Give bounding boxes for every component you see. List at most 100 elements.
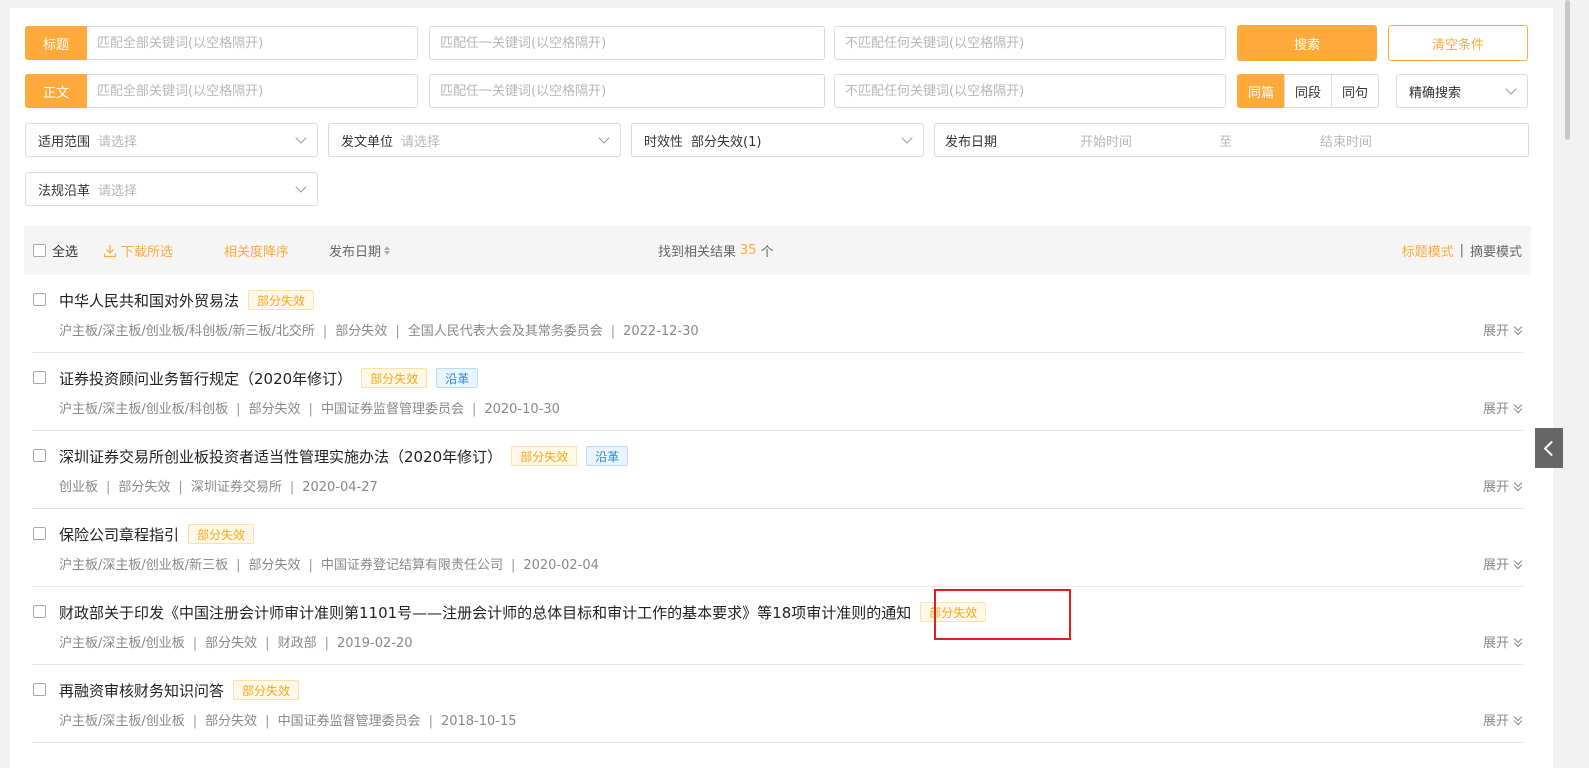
result-title-line: 再融资审核财务知识问答 部分失效 <box>59 678 300 702</box>
history-tag[interactable]: 沿革 <box>586 446 629 466</box>
scope-same-article[interactable]: 同篇 <box>1237 74 1285 108</box>
scrollbar-thumb[interactable] <box>1565 0 1570 140</box>
sort-date-button[interactable]: 发布日期 <box>329 226 391 275</box>
view-mode-switch: 标题模式 | 摘要模式 <box>1402 226 1522 275</box>
sort-relevance-button[interactable]: 相关度降序 <box>224 226 289 275</box>
expand-button[interactable]: 展开 <box>1483 398 1523 417</box>
double-chevron-down-icon <box>1513 556 1523 569</box>
expand-label: 展开 <box>1482 636 1509 651</box>
result-title-link[interactable]: 财政部关于印发《中国注册会计师审计准则第1101号——注册会计师的总体目标和审计… <box>59 602 911 623</box>
meta-separator: | <box>192 714 198 729</box>
expand-button[interactable]: 展开 <box>1483 320 1523 339</box>
result-issuer: 中国证券监督管理委员会 <box>320 402 464 417</box>
issuer-filter-select[interactable]: 发文单位 请选择 <box>328 123 621 157</box>
result-checkbox[interactable] <box>33 683 46 696</box>
result-meta: 沪主板/深主板/创业板 | 部分失效 | 中国证券监督管理委员会 | 2018-10-15 <box>59 710 517 729</box>
meta-separator: | <box>471 402 477 417</box>
meta-separator: | <box>610 324 616 339</box>
scope-same-paragraph[interactable]: 同段 <box>1284 74 1332 108</box>
result-title-link[interactable]: 中华人民共和国对外贸易法 <box>59 290 239 311</box>
history-filter-select[interactable]: 法规沿革 请选择 <box>25 172 318 206</box>
expand-button[interactable]: 展开 <box>1483 710 1523 729</box>
result-issuer: 中国证券监督管理委员会 <box>277 714 421 729</box>
title-match-any-input[interactable] <box>429 26 825 60</box>
search-mode-value: 精确搜索 <box>1409 85 1462 101</box>
expand-label: 展开 <box>1482 402 1509 417</box>
date-range-separator: 至 <box>1219 134 1233 150</box>
result-issuer: 深圳证券交易所 <box>190 480 282 495</box>
result-status: 部分失效 <box>248 558 301 573</box>
title-mode-button[interactable]: 标题模式 <box>1402 241 1454 260</box>
meta-separator: | <box>265 714 270 729</box>
search-button[interactable]: 搜索 <box>1237 25 1377 61</box>
expand-label: 展开 <box>1482 324 1509 339</box>
download-icon <box>103 244 117 257</box>
result-checkbox[interactable] <box>33 371 46 384</box>
meta-separator: | <box>106 480 111 495</box>
chevron-down-icon <box>1505 83 1517 95</box>
result-boards: 创业板 <box>59 480 99 495</box>
chevron-down-icon <box>901 132 913 144</box>
result-title-link[interactable]: 保险公司章程指引 <box>59 524 179 545</box>
main-panel: 标题 搜索 清空条件 正文 同篇 同段 同句 精确搜索 适用范围 请选择 发文单… <box>10 8 1553 768</box>
search-mode-select[interactable]: 精确搜索 <box>1396 74 1528 108</box>
title-field-label[interactable]: 标题 <box>25 26 87 60</box>
result-title-link[interactable]: 再融资审核财务知识问答 <box>59 680 224 701</box>
publish-date-range: 发布日期 开始时间 至 结束时间 <box>934 123 1529 157</box>
body-field-label[interactable]: 正文 <box>25 74 87 108</box>
title-match-all-input[interactable] <box>87 26 418 60</box>
meta-separator: | <box>236 558 241 573</box>
result-title-link[interactable]: 证券投资顾问业务暂行规定（2020年修订） <box>59 368 352 389</box>
result-checkbox[interactable] <box>33 605 46 618</box>
result-title-line: 深圳证券交易所创业板投资者适当性管理实施办法（2020年修订） 部分失效 沿革 <box>59 444 629 468</box>
meta-separator: | <box>289 480 295 495</box>
validity-filter-label: 时效性 <box>644 134 684 150</box>
date-start-input[interactable]: 开始时间 <box>1080 131 1219 150</box>
result-meta: 创业板 | 部分失效 | 深圳证券交易所 | 2020-04-27 <box>59 476 378 495</box>
result-checkbox[interactable] <box>33 293 46 306</box>
scope-filter-select[interactable]: 适用范围 请选择 <box>25 123 318 157</box>
status-tag: 部分失效 <box>511 446 578 466</box>
history-filter-label: 法规沿革 <box>38 183 91 199</box>
result-boards: 沪主板/深主板/创业板 <box>59 714 185 729</box>
select-all-checkbox[interactable] <box>33 244 46 257</box>
result-row: 再融资审核财务知识问答 部分失效 沪主板/深主板/创业板 | 部分失效 | 中国证券监督… <box>32 665 1523 743</box>
result-checkbox[interactable] <box>33 449 46 462</box>
double-chevron-down-icon <box>1513 322 1523 335</box>
side-collapse-tab[interactable] <box>1535 428 1563 468</box>
body-match-all-input[interactable] <box>87 74 418 108</box>
status-tag: 部分失效 <box>920 602 987 622</box>
result-title-link[interactable]: 深圳证券交易所创业板投资者适当性管理实施办法（2020年修订） <box>59 446 502 467</box>
expand-button[interactable]: 展开 <box>1483 476 1523 495</box>
validity-filter-value: 部分失效(1) <box>691 134 762 150</box>
date-end-input[interactable]: 结束时间 <box>1320 131 1372 150</box>
chevron-down-icon <box>598 132 610 144</box>
download-selected-button[interactable]: 下载所选 <box>103 226 173 275</box>
history-filter-placeholder: 请选择 <box>98 183 138 199</box>
summary-mode-button[interactable]: 摘要模式 <box>1470 241 1522 260</box>
result-date: 2022-12-30 <box>623 324 699 339</box>
result-suffix: 个 <box>760 245 774 260</box>
chevron-down-icon <box>295 181 307 193</box>
mode-divider: | <box>1459 243 1464 258</box>
publish-date-label: 发布日期 <box>945 134 998 150</box>
meta-separator: | <box>322 324 328 339</box>
title-match-none-input[interactable] <box>834 26 1226 60</box>
expand-button[interactable]: 展开 <box>1483 554 1523 573</box>
scope-same-sentence[interactable]: 同句 <box>1331 74 1379 108</box>
select-all-label: 全选 <box>52 245 79 260</box>
result-checkbox[interactable] <box>33 527 46 540</box>
history-tag[interactable]: 沿革 <box>436 368 479 388</box>
clear-conditions-button[interactable]: 清空条件 <box>1388 25 1528 61</box>
page-scrollbar[interactable] <box>1563 0 1589 756</box>
select-all-control[interactable]: 全选 <box>33 226 78 275</box>
body-match-any-input[interactable] <box>429 74 825 108</box>
meta-separator: | <box>265 636 270 651</box>
validity-filter-select[interactable]: 时效性 部分失效(1) <box>631 123 924 157</box>
expand-button[interactable]: 展开 <box>1483 632 1523 651</box>
meta-separator: | <box>236 402 241 417</box>
body-match-none-input[interactable] <box>834 74 1226 108</box>
result-count-text: 找到相关结果 35 个 <box>658 226 774 275</box>
result-prefix: 找到相关结果 <box>658 245 737 260</box>
result-status: 部分失效 <box>205 636 258 651</box>
